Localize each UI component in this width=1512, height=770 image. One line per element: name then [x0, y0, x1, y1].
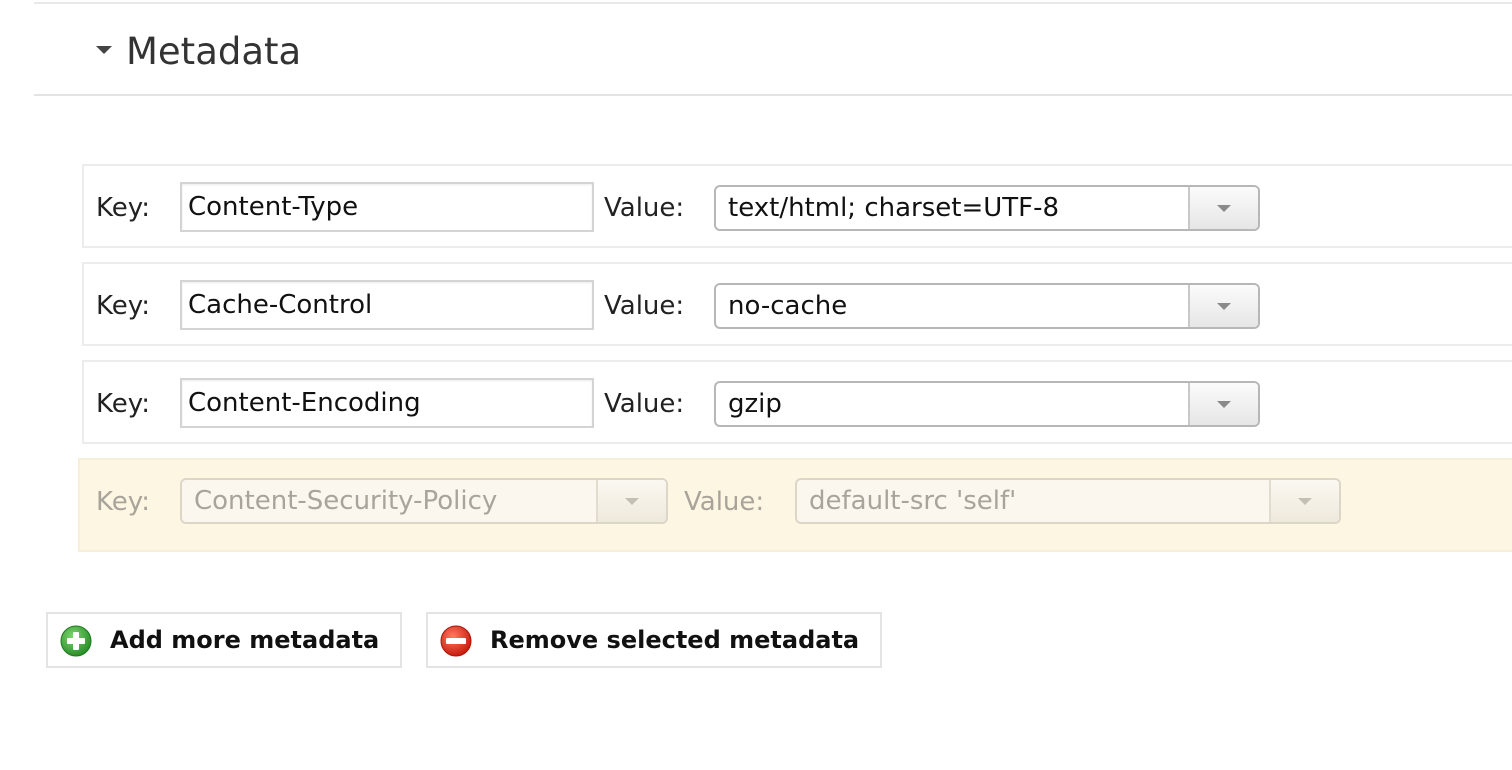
value-dropdown-button[interactable]: [1188, 285, 1258, 327]
chevron-down-icon: [1217, 401, 1231, 408]
value-dropdown-button[interactable]: [1188, 187, 1258, 229]
value-dropdown-button[interactable]: [1188, 383, 1258, 425]
metadata-row[interactable]: Key: Content-Type Value: text/html; char…: [82, 164, 1512, 248]
remove-icon: [440, 625, 472, 657]
key-input[interactable]: Content-Encoding: [180, 378, 594, 428]
value-combobox-text: gzip: [728, 389, 782, 419]
chevron-down-icon: [625, 498, 639, 505]
disclosure-triangle-icon[interactable]: [96, 46, 112, 54]
key-label: Key:: [96, 487, 151, 517]
add-metadata-label: Add more metadata: [110, 626, 380, 654]
add-metadata-button[interactable]: Add more metadata: [46, 612, 402, 668]
key-dropdown-button[interactable]: [596, 480, 666, 522]
key-label: Key:: [96, 291, 151, 321]
remove-metadata-button[interactable]: Remove selected metadata: [426, 612, 882, 668]
value-combobox[interactable]: text/html; charset=UTF-8: [714, 185, 1260, 231]
value-combobox-text: default-src 'self': [809, 486, 1017, 516]
add-icon: [60, 625, 92, 657]
value-label: Value:: [684, 487, 765, 517]
key-input[interactable]: Cache-Control: [180, 280, 594, 330]
value-dropdown-button[interactable]: [1269, 480, 1339, 522]
value-combobox[interactable]: gzip: [714, 381, 1260, 427]
key-combobox-text: Content-Security-Policy: [194, 486, 498, 516]
metadata-row-selected[interactable]: Key: Content-Security-Policy Value: defa…: [78, 458, 1512, 552]
value-combobox[interactable]: default-src 'self': [795, 478, 1341, 524]
value-label: Value:: [604, 193, 685, 223]
key-label: Key:: [96, 193, 151, 223]
section-title: Metadata: [126, 30, 302, 73]
key-combobox[interactable]: Content-Security-Policy: [180, 478, 668, 524]
metadata-panel: Metadata Key: Content-Type Value: text/h…: [0, 0, 1512, 770]
chevron-down-icon: [1298, 498, 1312, 505]
value-combobox-text: no-cache: [728, 291, 848, 321]
chevron-down-icon: [1217, 205, 1231, 212]
metadata-row[interactable]: Key: Content-Encoding Value: gzip: [82, 360, 1512, 444]
key-label: Key:: [96, 389, 151, 419]
metadata-row[interactable]: Key: Cache-Control Value: no-cache: [82, 262, 1512, 346]
metadata-section-header[interactable]: Metadata: [34, 4, 1512, 96]
value-label: Value:: [604, 389, 685, 419]
key-input[interactable]: Content-Type: [180, 182, 594, 232]
chevron-down-icon: [1217, 303, 1231, 310]
value-combobox[interactable]: no-cache: [714, 283, 1260, 329]
value-label: Value:: [604, 291, 685, 321]
remove-metadata-label: Remove selected metadata: [490, 626, 860, 654]
value-combobox-text: text/html; charset=UTF-8: [728, 193, 1060, 223]
